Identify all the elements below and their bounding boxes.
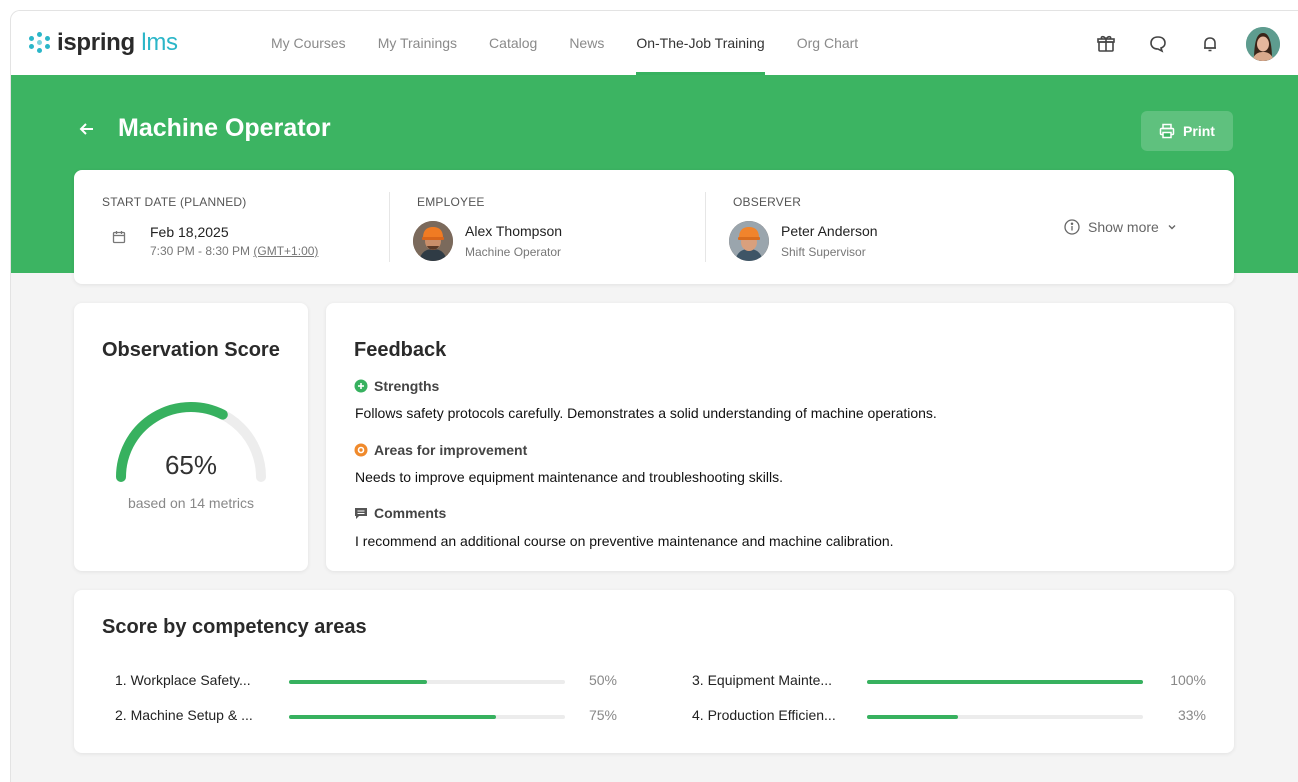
competency-pct: 33%: [1177, 707, 1206, 723]
show-more-label: Show more: [1088, 219, 1159, 235]
employee-section: EMPLOYEE Alex Thompson Machine Operator: [389, 170, 705, 284]
competency-label: 2. Machine Setup & ...: [115, 707, 253, 723]
comments-label: Comments: [374, 505, 447, 521]
show-more-button[interactable]: Show more: [1064, 219, 1177, 235]
main-nav: My Courses My Trainings Catalog News On-…: [271, 11, 890, 75]
improvement-text: Needs to improve equipment maintenance a…: [355, 469, 784, 485]
score-subtitle: based on 14 metrics: [127, 495, 255, 511]
strengths-heading: Strengths: [354, 378, 439, 394]
strengths-label: Strengths: [374, 378, 440, 394]
nav-on-the-job-training[interactable]: On-The-Job Training: [636, 11, 766, 75]
competency-bar-fill: [867, 680, 1143, 684]
competency-label: 4. Production Efficien...: [692, 707, 836, 723]
logo-text: ispring lms: [57, 29, 178, 56]
start-date-section: START DATE (PLANNED) Feb 18,2025 7:30 PM…: [74, 170, 389, 284]
print-label: Print: [1183, 123, 1215, 139]
back-arrow-icon[interactable]: [77, 119, 97, 139]
top-bar: ispring lms My Courses My Trainings Cata…: [11, 11, 1298, 75]
user-avatar[interactable]: [1246, 27, 1280, 61]
nav-org-chart[interactable]: Org Chart: [797, 11, 858, 75]
chat-icon[interactable]: [1146, 32, 1170, 56]
observer-name: Peter Anderson: [781, 223, 878, 239]
employee-avatar[interactable]: [413, 221, 453, 261]
competency-bar: [867, 715, 1143, 719]
logo-mark-icon: [29, 32, 51, 54]
bell-icon[interactable]: [1198, 32, 1222, 56]
competency-label: 1. Workplace Safety...: [115, 672, 251, 688]
competency-label: 3. Equipment Mainte...: [692, 672, 833, 688]
competency-pct: 50%: [588, 672, 617, 688]
print-button[interactable]: Print: [1141, 111, 1233, 151]
competency-pct: 75%: [588, 707, 617, 723]
improvement-icon: [354, 443, 368, 457]
observer-label: OBSERVER: [733, 195, 802, 209]
app-window: ispring lms My Courses My Trainings Cata…: [10, 10, 1298, 782]
competency-bar-fill: [867, 715, 959, 719]
gift-icon[interactable]: [1094, 32, 1118, 56]
feedback-card: Feedback Strengths Follows safety protoc…: [326, 303, 1234, 571]
timezone-link[interactable]: (GMT+1:00): [253, 244, 318, 258]
printer-icon: [1159, 123, 1175, 139]
competency-bar-fill: [289, 680, 427, 684]
observer-role: Shift Supervisor: [781, 245, 866, 259]
start-time: 7:30 PM - 8:30 PM (GMT+1:00): [150, 244, 319, 258]
start-date: Feb 18,2025: [150, 224, 229, 240]
employee-name: Alex Thompson: [465, 223, 563, 239]
competency-bar: [289, 680, 565, 684]
strengths-text: Follows safety protocols carefully. Demo…: [355, 405, 937, 421]
calendar-icon: [112, 230, 126, 244]
page-title: Machine Operator: [118, 114, 331, 142]
nav-news[interactable]: News: [569, 11, 604, 75]
competency-bar: [867, 680, 1143, 684]
chevron-down-icon: [1168, 225, 1176, 230]
competency-bar: [289, 715, 565, 719]
logo[interactable]: ispring lms: [29, 29, 178, 57]
observer-avatar[interactable]: [729, 221, 769, 261]
start-date-label: START DATE (PLANNED): [102, 195, 247, 209]
info-icon: [1064, 219, 1080, 235]
session-info-card: START DATE (PLANNED) Feb 18,2025 7:30 PM…: [74, 170, 1234, 284]
competency-title: Score by competency areas: [102, 616, 367, 638]
improvement-label: Areas for improvement: [374, 442, 528, 458]
comment-icon: [355, 508, 367, 519]
improvement-heading: Areas for improvement: [354, 442, 527, 458]
comments-text: I recommend an additional course on prev…: [355, 533, 894, 549]
employee-role: Machine Operator: [465, 245, 562, 259]
score-value: 65%: [164, 450, 218, 480]
nav-my-courses[interactable]: My Courses: [271, 11, 346, 75]
employee-label: EMPLOYEE: [417, 195, 485, 209]
nav-my-trainings[interactable]: My Trainings: [378, 11, 457, 75]
competency-bar-fill: [289, 715, 496, 719]
plus-circle-icon: [354, 379, 368, 393]
observation-score-card: Observation Score 65% based on 14 metric…: [74, 303, 308, 571]
score-title: Observation Score: [102, 339, 280, 361]
comments-heading: Comments: [354, 505, 446, 521]
nav-catalog[interactable]: Catalog: [489, 11, 537, 75]
top-icons: [1066, 27, 1280, 61]
competency-card: Score by competency areas 1. Workplace S…: [74, 590, 1234, 753]
competency-pct: 100%: [1170, 672, 1206, 688]
feedback-title: Feedback: [354, 339, 447, 361]
